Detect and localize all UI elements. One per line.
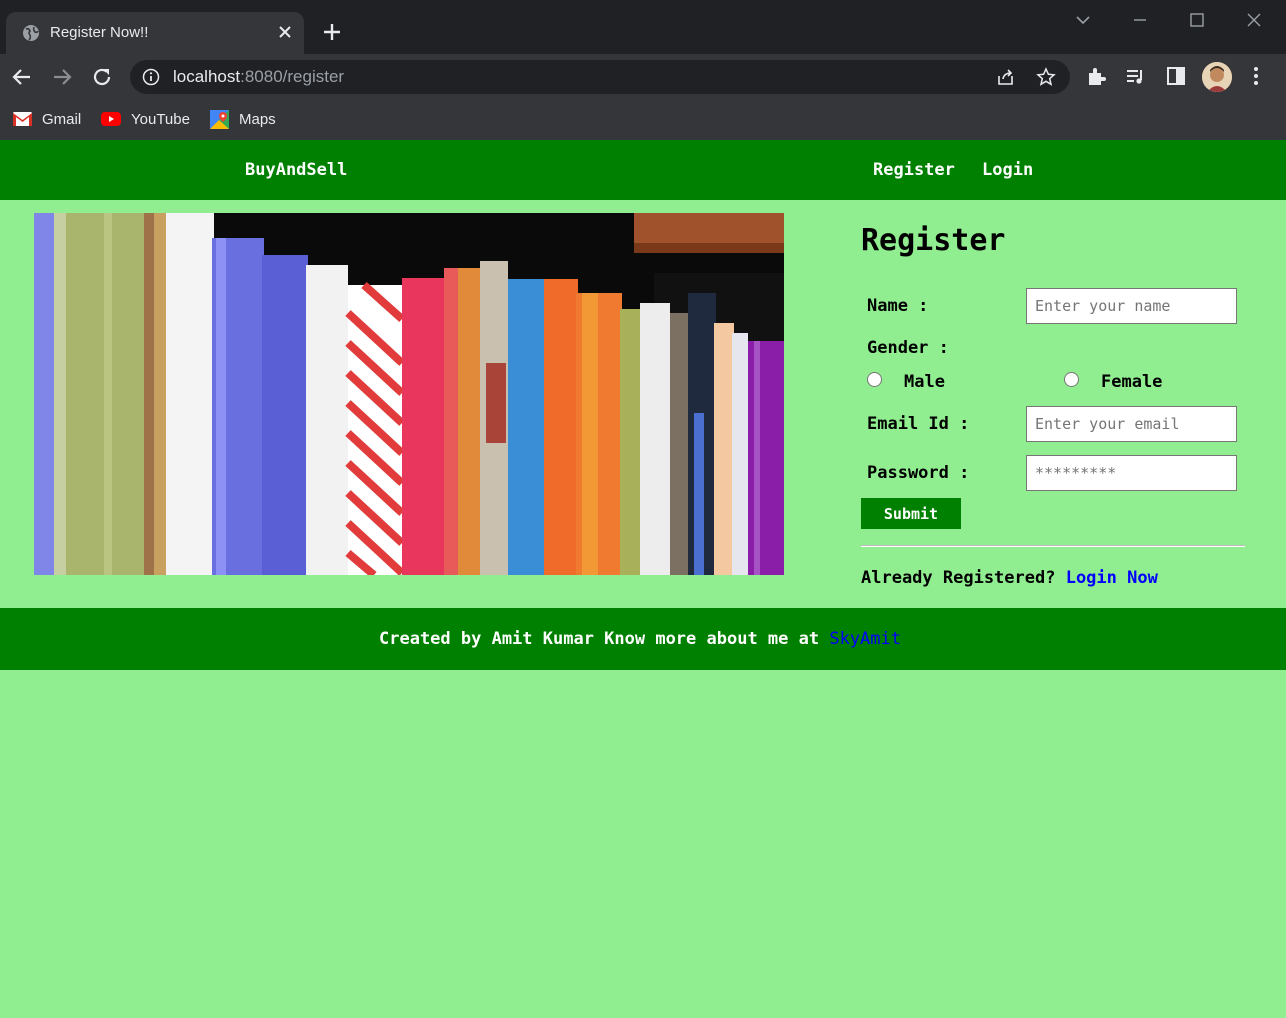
maximize-icon[interactable] [1185,8,1209,32]
female-radio[interactable] [1064,372,1079,387]
star-icon[interactable] [1036,67,1056,87]
avatar-image-icon [1202,62,1232,92]
footer: Created by Amit Kumar Know more about me… [0,608,1286,670]
email-label: Email Id : [867,414,970,434]
male-radio[interactable] [867,372,882,387]
bookmark-gmail[interactable]: Gmail [13,108,81,130]
back-arrow-icon[interactable] [9,64,35,90]
bookshelf-image [34,213,784,575]
submit-button[interactable]: Submit [861,498,961,529]
gmail-icon [13,112,32,126]
brand-link[interactable]: BuyAndSell [245,160,347,180]
password-input[interactable] [1026,455,1237,491]
browser-chrome: Register Now!! localhost:8080/register G… [0,0,1286,140]
close-icon[interactable] [274,21,296,43]
url-text[interactable]: localhost:8080/register [173,67,344,87]
extensions-icon[interactable] [1085,65,1107,87]
male-label: Male [904,372,945,392]
divider [861,545,1245,547]
browser-toolbar: localhost:8080/register [0,54,1286,100]
tab-title: Register Now!! [50,24,149,41]
password-label: Password : [867,463,970,483]
footer-text: Created by Amit Kumar Know more about me… [379,629,901,649]
bookshelf-illustration [34,213,784,575]
globe-icon [23,25,39,41]
share-icon[interactable] [996,67,1016,87]
bookmark-maps[interactable]: Maps [210,108,276,130]
login-now-link[interactable]: Login Now [1066,568,1158,588]
nav-login-link[interactable]: Login [982,160,1033,180]
page-content: BuyAndSell Register Login Register Name … [0,140,1286,1018]
tab-strip: Register Now!! [0,0,1286,54]
forward-arrow-icon[interactable] [49,64,75,90]
name-input[interactable] [1026,288,1237,324]
female-label: Female [1101,372,1163,392]
bookmarks-bar: Gmail YouTube Maps [0,100,1286,140]
skyamit-link[interactable]: SkyAmit [829,629,901,649]
chevron-down-icon[interactable] [1071,8,1095,32]
window-close-icon[interactable] [1242,8,1266,32]
new-tab-icon[interactable] [320,20,344,44]
address-bar[interactable]: localhost:8080/register [130,60,1070,94]
gender-label: Gender : [867,338,949,358]
maps-icon [210,109,229,129]
bookmark-youtube[interactable]: YouTube [101,108,190,130]
side-panel-icon[interactable] [1165,65,1187,87]
nav-register-link[interactable]: Register [873,160,955,180]
already-registered-text: Already Registered? Login Now [861,568,1158,588]
name-label: Name : [867,296,929,316]
minimize-icon[interactable] [1128,8,1152,32]
profile-avatar[interactable] [1202,62,1232,92]
media-queue-icon[interactable] [1124,65,1146,87]
kebab-menu-icon[interactable] [1245,65,1267,87]
navbar: BuyAndSell Register Login [0,140,1286,200]
youtube-icon [101,112,121,126]
browser-tab[interactable]: Register Now!! [6,12,304,54]
email-input[interactable] [1026,406,1237,442]
form-title: Register [861,223,1006,258]
reload-icon[interactable] [89,64,115,90]
info-icon[interactable] [142,68,160,86]
